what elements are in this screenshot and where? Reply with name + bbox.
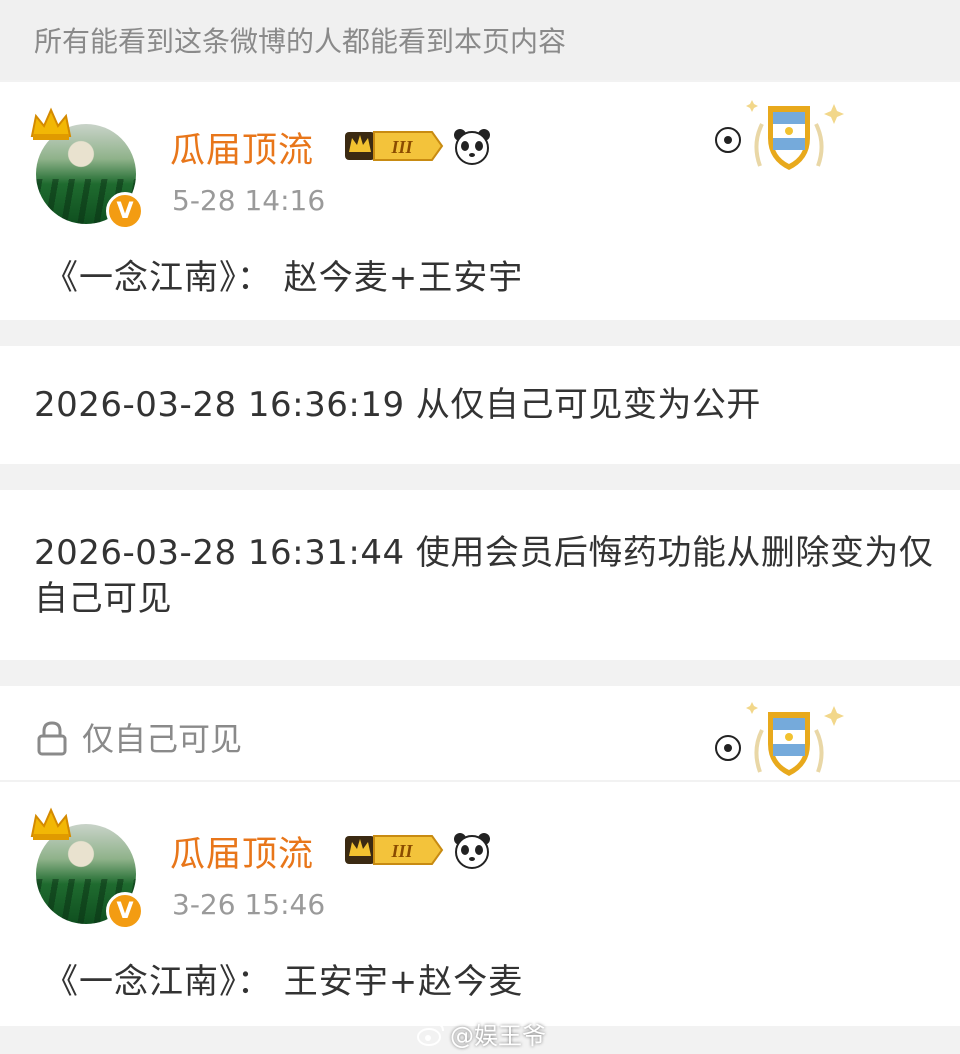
post-card[interactable]: V 瓜届顶流 III 3-26 15:46 《一念江南》： 王安宇+赵今麦 <box>0 782 960 1026</box>
private-label: 仅自己可见 <box>82 720 243 758</box>
crown-icon <box>30 107 72 140</box>
crown-icon <box>30 807 72 840</box>
watermark-text: @娱王爷 <box>450 1022 546 1050</box>
post-time: 3-26 15:46 <box>172 888 326 921</box>
post-text: 《一念江南》： 王安宇+赵今麦 <box>44 962 524 1002</box>
avatar[interactable]: V <box>30 807 144 930</box>
visibility-notice-text: 所有能看到这条微博的人都能看到本页内容 <box>34 25 567 58</box>
panda-icon <box>454 129 490 165</box>
member-level: III <box>390 137 413 157</box>
argentina-football-fan-badge-icon <box>715 100 844 170</box>
watermark: @娱王爷 <box>416 1016 546 1051</box>
weibo-logo-icon <box>417 1022 444 1046</box>
private-visibility-header: 仅自己可见 <box>0 686 960 780</box>
avatar[interactable]: V <box>30 107 144 230</box>
post-time: 5-28 14:16 <box>172 184 326 217</box>
member-level: III <box>390 841 413 861</box>
lock-icon <box>37 721 67 756</box>
username[interactable]: 瓜届顶流 <box>170 122 314 173</box>
post-card[interactable]: V 瓜届顶流 III 5-28 14:16 《一念江南》： 赵今麦+王安宇 <box>0 82 960 320</box>
member-badge-icon: III <box>345 131 444 161</box>
member-badge-icon: III <box>345 835 444 865</box>
history-log-item: 2026-03-28 16:36:19 从仅自己可见变为公开 <box>0 346 960 464</box>
argentina-football-fan-badge-icon <box>715 702 844 776</box>
history-log-item: 2026-03-28 16:31:44 使用会员后悔药功能从删除变为仅自己可见 <box>0 490 960 660</box>
history-log-text: 2026-03-28 16:31:44 使用会员后悔药功能从删除变为仅自己可见 <box>34 533 934 619</box>
username[interactable]: 瓜届顶流 <box>170 826 314 877</box>
verified-badge-icon: V <box>106 192 144 230</box>
history-log-text: 2026-03-28 16:36:19 从仅自己可见变为公开 <box>34 385 761 425</box>
verified-badge-icon: V <box>106 892 144 930</box>
post-text: 《一念江南》： 赵今麦+王安宇 <box>44 258 524 298</box>
visibility-notice: 所有能看到这条微博的人都能看到本页内容 <box>0 0 960 80</box>
panda-icon <box>454 833 490 869</box>
